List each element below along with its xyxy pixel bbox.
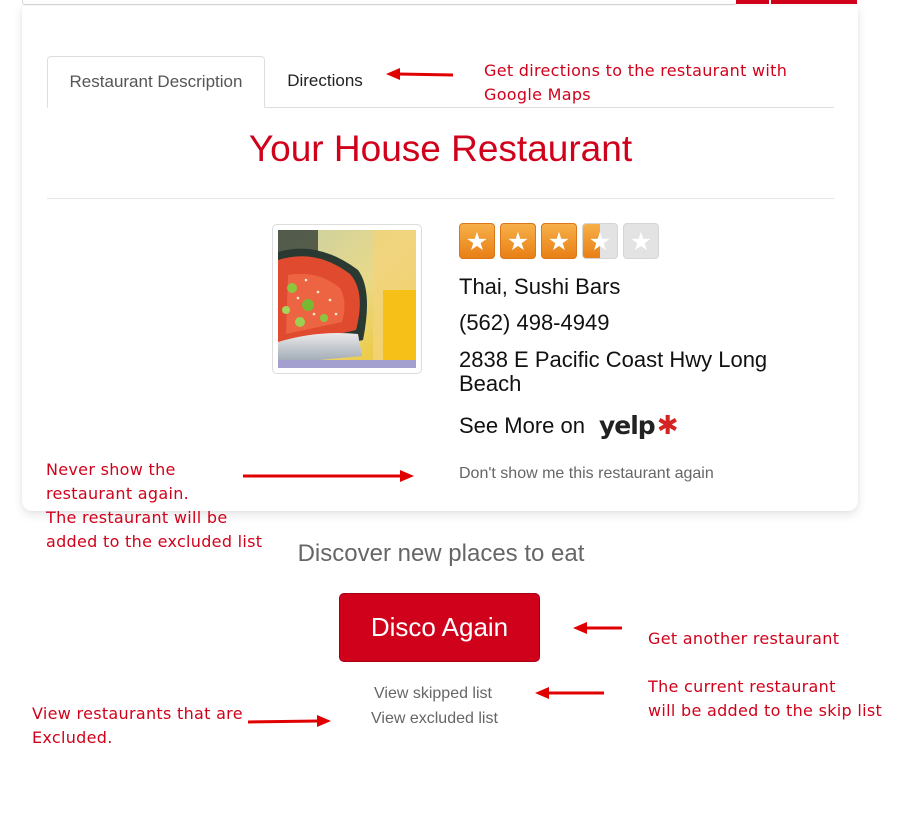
note-line: Never show the — [46, 460, 176, 479]
another-restaurant-annotation: Get another restaurant — [648, 629, 840, 648]
note-line: restaurant again. — [46, 484, 190, 503]
note-line: Google Maps — [484, 85, 591, 104]
directions-annotation: Get directions to the restaurant with Go… — [484, 59, 787, 107]
note-line: View restaurants that are — [32, 704, 243, 723]
discover-heading: Discover new places to eat — [297, 540, 585, 567]
note-line: Get directions to the restaurant with — [484, 61, 788, 80]
skip-list-annotation: The current restaurant will be added to … — [648, 675, 882, 723]
view-excluded-link[interactable]: View excluded list — [371, 710, 498, 728]
note-line: will be added to the skip list — [648, 701, 883, 720]
note-line: The current restaurant — [648, 677, 836, 696]
excluded-annotation: View restaurants that are Excluded. — [32, 702, 243, 750]
note-line: The restaurant will be — [46, 508, 228, 527]
note-line: Excluded. — [32, 728, 113, 747]
disco-again-button[interactable]: Disco Again — [339, 593, 540, 662]
view-skipped-link[interactable]: View skipped list — [374, 685, 492, 703]
